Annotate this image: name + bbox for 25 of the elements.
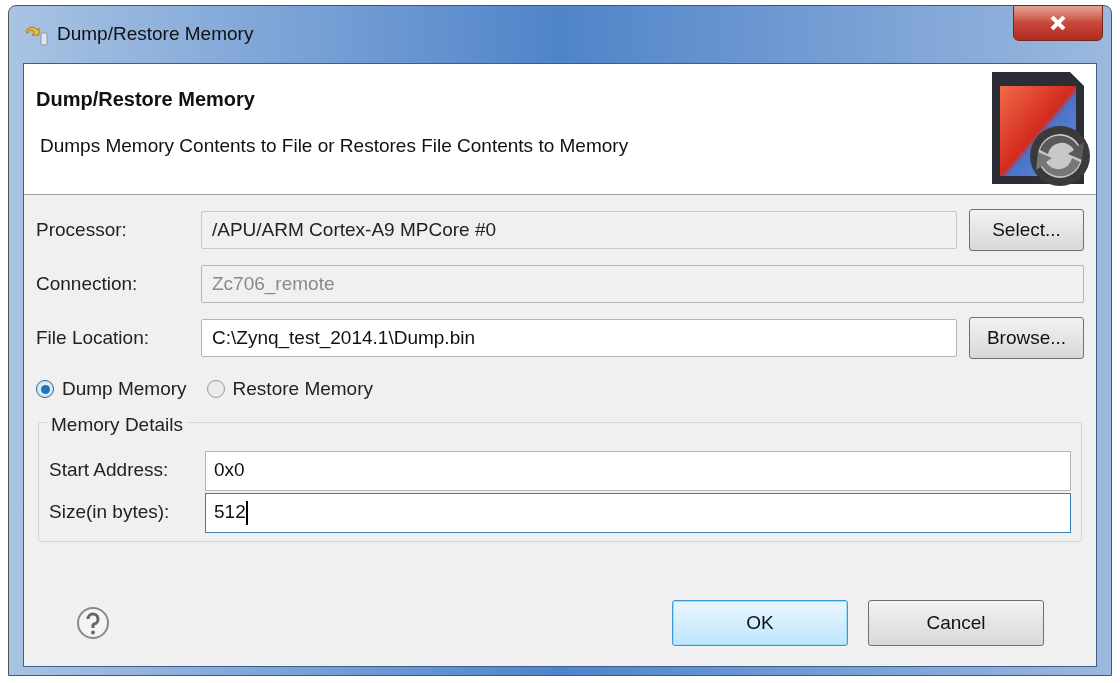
app-icon: [23, 23, 49, 46]
dialog-button[interactable]: OK: [672, 600, 848, 646]
page-title: Dump/Restore Memory: [36, 87, 256, 112]
dialog-button[interactable]: Browse...: [969, 317, 1084, 359]
input-field[interactable]: C:\Zynq_test_2014.1\Dump.bin: [201, 319, 957, 357]
radio-label: Dump Memory: [62, 377, 187, 401]
window-title: Dump/Restore Memory: [57, 22, 254, 47]
input-field[interactable]: 512: [205, 492, 1071, 533]
radio-label: Restore Memory: [232, 377, 373, 401]
dialog-button[interactable]: Cancel: [868, 600, 1044, 646]
close-button[interactable]: [1013, 5, 1103, 41]
radio-button[interactable]: [206, 380, 225, 399]
field-label: Start Address:: [49, 458, 170, 483]
dialog-button[interactable]: Select...: [969, 209, 1084, 251]
radio-button[interactable]: [36, 380, 54, 399]
help-icon[interactable]: [76, 606, 110, 640]
close-icon: [1050, 16, 1066, 30]
field-label: Connection:: [36, 271, 139, 296]
field-label: File Location:: [36, 325, 150, 350]
field-label: Size(in bytes):: [49, 500, 171, 525]
field-label: Processor:: [36, 217, 128, 242]
input-field: Zc706_remote: [201, 265, 1084, 303]
input-field[interactable]: /APU/ARM Cortex-A9 MPCore #0: [201, 211, 957, 249]
input-field[interactable]: 0x0: [205, 450, 1071, 491]
page-description: Dumps Memory Contents to File or Restores File Contents to Memory: [39, 134, 629, 158]
